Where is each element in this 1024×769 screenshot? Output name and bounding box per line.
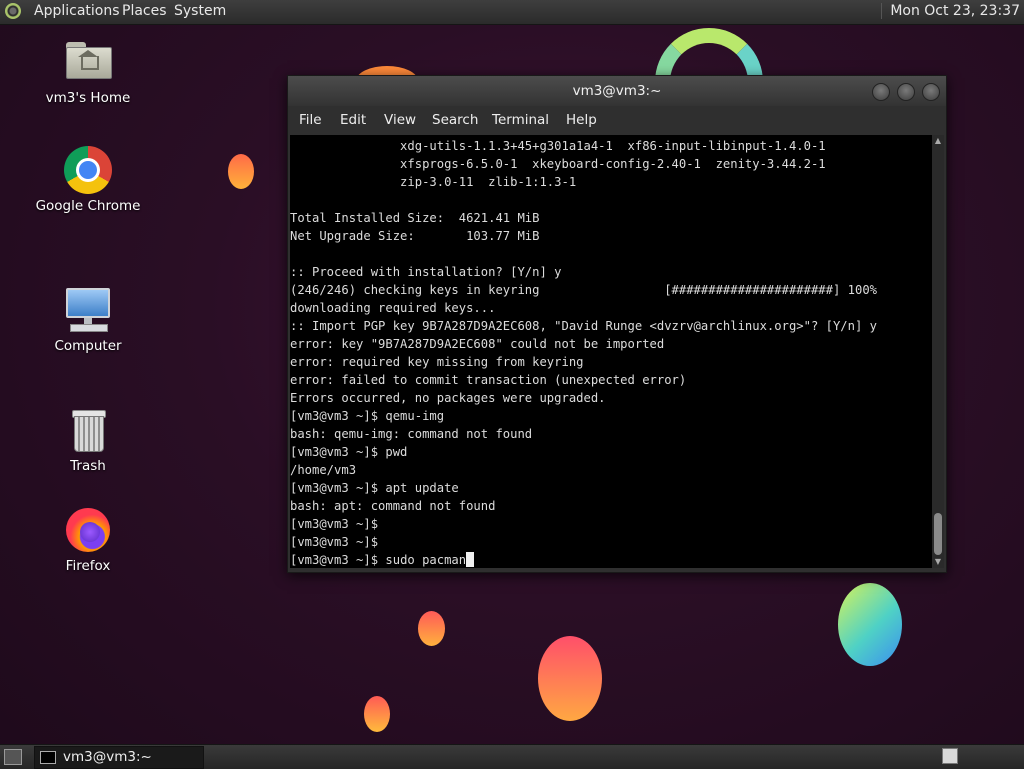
taskbar-window-label: vm3@vm3:~ <box>63 749 152 765</box>
terminal-menubar: File Edit View Search Terminal Help <box>288 106 946 134</box>
menu-search[interactable]: Search <box>432 112 478 128</box>
terminal-line: downloading required keys... <box>290 301 496 315</box>
terminal-prompt-line[interactable]: [vm3@vm3 ~]$ sudo pacman <box>290 551 932 568</box>
menu-help[interactable]: Help <box>566 112 597 128</box>
menu-view[interactable]: View <box>384 112 416 128</box>
scroll-up-arrow-icon[interactable]: ▲ <box>934 137 942 145</box>
terminal-line: :: Proceed with installation? [Y/n] y <box>290 265 562 279</box>
system-menu[interactable]: System <box>174 3 226 19</box>
terminal-icon <box>40 751 56 764</box>
top-panel: Applications Places System Mon Oct 23, 2… <box>0 0 1024 25</box>
workspace-switcher[interactable] <box>942 748 958 764</box>
terminal-line: (246/246) checking keys in keyring [####… <box>290 283 877 297</box>
terminal-scrollbar[interactable]: ▲ ▼ <box>932 135 944 568</box>
wallpaper-blob <box>364 696 390 732</box>
desktop-icon-label: Firefox <box>65 558 111 574</box>
computer-icon <box>64 286 112 334</box>
window-title: vm3@vm3:~ <box>572 83 662 99</box>
wallpaper-blob <box>538 636 602 721</box>
wallpaper-blob <box>418 611 445 646</box>
wallpaper-blob <box>838 583 902 666</box>
home-folder-icon <box>64 38 112 86</box>
terminal-line: /home/vm3 <box>290 463 357 477</box>
terminal-line: Total Installed Size: 4621.41 MiB <box>290 211 540 225</box>
terminal-line: xfsprogs-6.5.0-1 xkeyboard-config-2.40-1… <box>290 157 826 171</box>
maximize-button[interactable] <box>897 83 915 101</box>
show-desktop-icon[interactable] <box>4 749 22 765</box>
terminal-line: error: key "9B7A287D9A2EC608" could not … <box>290 337 665 351</box>
minimize-button[interactable] <box>872 83 890 101</box>
distro-logo-icon[interactable] <box>5 3 21 19</box>
desktop-icon-chrome[interactable]: Google Chrome <box>33 146 143 214</box>
command-input[interactable]: sudo pacman <box>385 553 466 567</box>
terminal-line: [vm3@vm3 ~]$ <box>290 535 379 549</box>
terminal-window[interactable]: vm3@vm3:~ File Edit View Search Terminal… <box>287 75 947 573</box>
bottom-panel: vm3@vm3:~ <box>0 744 1024 769</box>
terminal-lines: xdg-utils-1.1.3+45+g301a1a4-1 xf86-input… <box>290 135 932 568</box>
desktop-icon-trash[interactable]: Trash <box>33 406 143 474</box>
menu-file[interactable]: File <box>299 112 322 128</box>
window-titlebar[interactable]: vm3@vm3:~ <box>288 76 946 106</box>
terminal-line: [vm3@vm3 ~]$ pwd <box>290 445 408 459</box>
menu-edit[interactable]: Edit <box>340 112 366 128</box>
desktop-icon-label: Google Chrome <box>35 198 141 214</box>
terminal-line: [vm3@vm3 ~]$ qemu-img <box>290 409 445 423</box>
terminal-line: bash: qemu-img: command not found <box>290 427 533 441</box>
terminal-line: zip-3.0-11 zlib-1:1.3-1 <box>290 175 577 189</box>
menu-terminal[interactable]: Terminal <box>492 112 549 128</box>
terminal-line: [vm3@vm3 ~]$ <box>290 517 379 531</box>
chrome-icon <box>64 146 112 194</box>
desktop-icon-firefox[interactable]: Firefox <box>33 506 143 574</box>
trash-icon <box>64 406 112 454</box>
applications-menu[interactable]: Applications <box>34 3 120 19</box>
places-menu[interactable]: Places <box>122 3 167 19</box>
terminal-line: error: required key missing from keyring <box>290 355 584 369</box>
wallpaper-blob <box>228 154 254 189</box>
desktop-icon-home[interactable]: vm3's Home <box>33 38 143 106</box>
firefox-icon <box>64 506 112 554</box>
terminal-line: error: failed to commit transaction (une… <box>290 373 687 387</box>
desktop-icon-label: Trash <box>70 458 106 474</box>
taskbar-window-button[interactable]: vm3@vm3:~ <box>34 746 204 769</box>
terminal-line: Net Upgrade Size: 103.77 MiB <box>290 229 540 243</box>
terminal-output[interactable]: xdg-utils-1.1.3+45+g301a1a4-1 xf86-input… <box>290 135 932 568</box>
clock[interactable]: Mon Oct 23, 23:37 <box>881 3 1020 19</box>
terminal-line: [vm3@vm3 ~]$ apt update <box>290 481 459 495</box>
prompt: [vm3@vm3 ~]$ <box>290 553 386 567</box>
desktop-icon-label: Computer <box>54 338 122 354</box>
terminal-line: :: Import PGP key 9B7A287D9A2EC608, "Dav… <box>290 319 877 333</box>
desktop-icon-computer[interactable]: Computer <box>33 286 143 354</box>
terminal-line: Errors occurred, no packages were upgrad… <box>290 391 606 405</box>
terminal-line: bash: apt: command not found <box>290 499 496 513</box>
scrollbar-thumb[interactable] <box>934 513 942 555</box>
close-button[interactable] <box>922 83 940 101</box>
terminal-line: xdg-utils-1.1.3+45+g301a1a4-1 xf86-input… <box>290 139 826 153</box>
desktop-icon-label: vm3's Home <box>45 90 131 106</box>
text-cursor <box>466 552 475 567</box>
scroll-down-arrow-icon[interactable]: ▼ <box>934 558 942 566</box>
